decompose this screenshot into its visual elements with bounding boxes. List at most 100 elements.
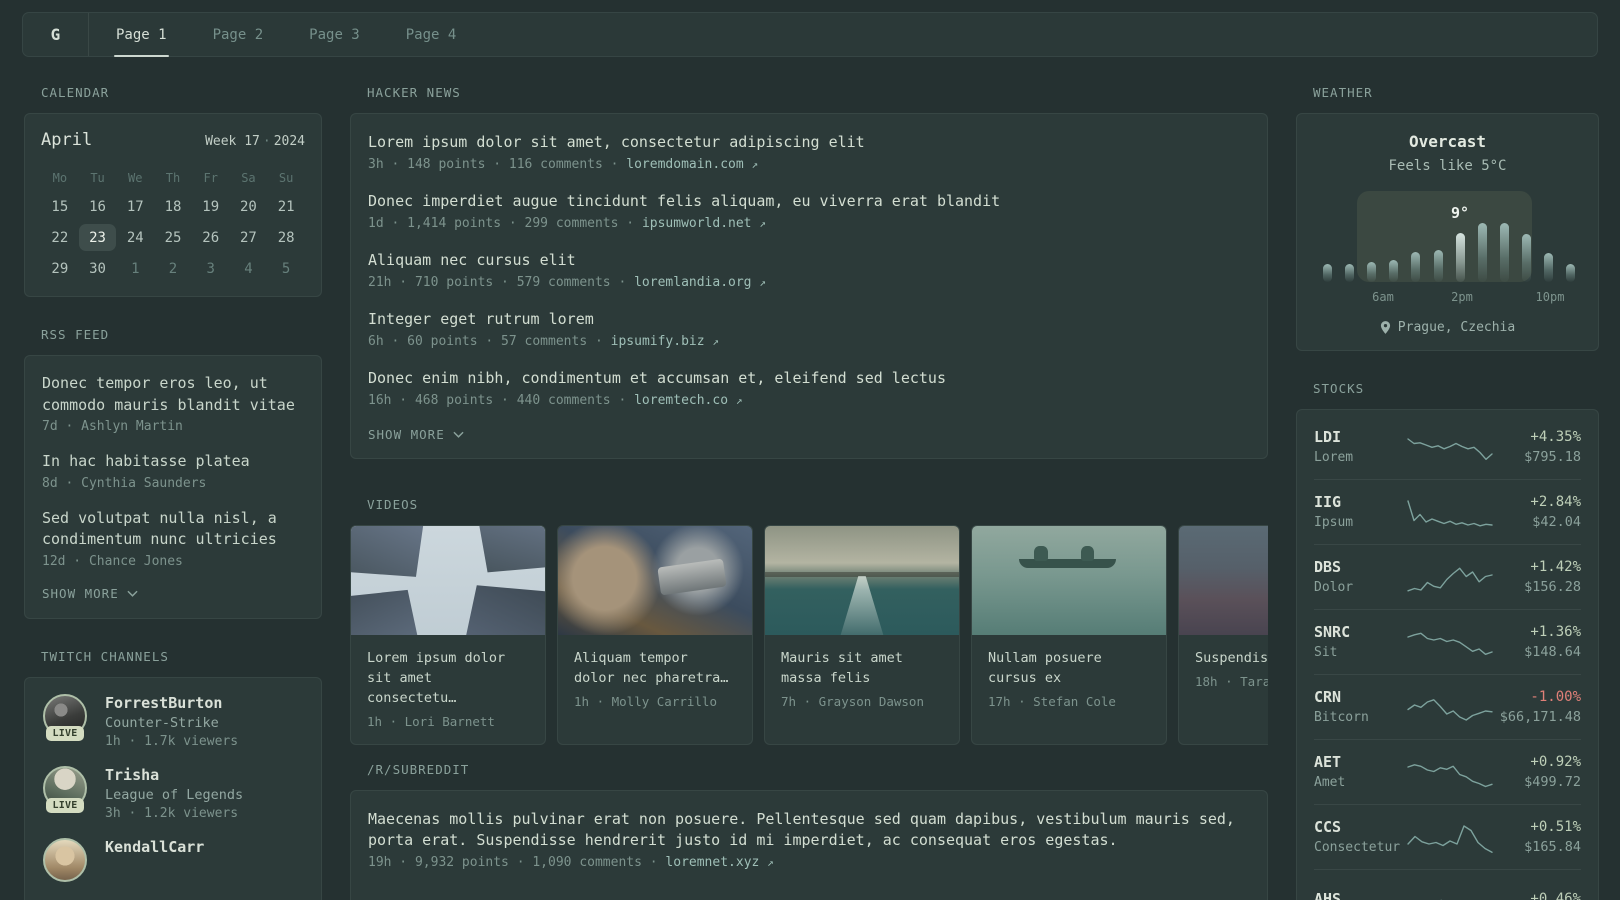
- calendar-day: 21: [277, 198, 295, 215]
- calendar-day: 25: [164, 229, 182, 246]
- stock-change: +0.92%: [1530, 753, 1581, 770]
- video-card: Mauris sit amet massa felis 7h · Grayson…: [764, 525, 960, 745]
- weather-bar: [1499, 223, 1509, 282]
- stock-row[interactable]: DBS Dolor +1.42% $156.28: [1314, 544, 1581, 609]
- hn-domain-link[interactable]: loremlandia.org ↗: [634, 275, 766, 290]
- video-thumbnail[interactable]: [558, 526, 752, 635]
- twitch-channel-row[interactable]: LIVE Trisha League of Legends 3h · 1.2k …: [42, 765, 304, 821]
- hour-label: 6am: [1372, 290, 1394, 304]
- video-thumbnail[interactable]: [351, 526, 545, 635]
- video-title[interactable]: Nullam posuere cursus ex: [988, 648, 1150, 688]
- weekday-label: Sa: [241, 171, 256, 185]
- video-title[interactable]: Aliquam tempor dolor nec pharetra…: [574, 648, 736, 688]
- rss-item-meta: 12d · Chance Jones: [42, 553, 183, 569]
- stock-row[interactable]: IIG Ipsum +2.84% $42.04: [1314, 479, 1581, 544]
- hn-domain-link[interactable]: loremtech.co ↗: [634, 393, 742, 408]
- calendar-day: 16: [89, 198, 106, 215]
- hn-item-title[interactable]: Donec imperdiet augue tincidunt felis al…: [368, 191, 1250, 212]
- hn-domain-link[interactable]: loremdomain.com ↗: [626, 157, 758, 172]
- hn-item: Donec imperdiet augue tincidunt felis al…: [368, 191, 1250, 231]
- stock-change: +1.42%: [1530, 558, 1581, 575]
- video-title[interactable]: Lorem ipsum dolor sit amet consectetu…: [367, 648, 529, 708]
- calendar-day: 29: [51, 260, 69, 277]
- weather-bar: [1367, 262, 1377, 282]
- tab-page-3[interactable]: Page 3: [309, 13, 360, 56]
- channel-meta: 3h · 1.2k viewers: [105, 805, 239, 821]
- hn-item: Aliquam nec cursus elit 21h · 710 points…: [368, 250, 1250, 290]
- hackernews-card: Lorem ipsum dolor sit amet, consectetur …: [350, 113, 1268, 459]
- stock-change: +2.84%: [1530, 493, 1581, 510]
- stock-sparkline: [1407, 763, 1493, 787]
- show-more-button[interactable]: SHOW MORE: [42, 586, 138, 601]
- hn-item-title[interactable]: Lorem ipsum dolor sit amet, consectetur …: [368, 132, 1250, 153]
- external-link-icon: ↗: [759, 217, 766, 230]
- weather-bar: [1521, 234, 1531, 282]
- weather-hour-labels: 6am 2pm 10pm: [1314, 288, 1581, 305]
- videos-section: VIDEOS Lorem ipsum dolor sit amet consec…: [350, 497, 1268, 745]
- stock-row[interactable]: AET Amet +0.92% $499.72: [1314, 739, 1581, 804]
- video-thumbnail[interactable]: [972, 526, 1166, 635]
- channel-name[interactable]: KendallCarr: [105, 838, 204, 856]
- video-title[interactable]: Mauris sit amet massa felis: [781, 648, 943, 688]
- app-logo[interactable]: G: [23, 13, 89, 56]
- rss-item-title[interactable]: Donec tempor eros leo, ut commodo mauris…: [42, 373, 304, 416]
- weather-bar: [1433, 250, 1443, 282]
- calendar-day: 20: [239, 198, 257, 215]
- channel-avatar[interactable]: [43, 837, 87, 882]
- stock-price: $795.18: [1524, 448, 1581, 465]
- rss-item-title[interactable]: Sed volutpat nulla nisl, a condimentum n…: [42, 508, 304, 551]
- stock-change: +1.36%: [1530, 623, 1581, 640]
- rss-item: Sed volutpat nulla nisl, a condimentum n…: [42, 508, 304, 569]
- video-card: Nullam posuere cursus ex 17h · Stefan Co…: [971, 525, 1167, 745]
- calendar-day: 28: [277, 229, 295, 246]
- calendar-card: April Week 17 · 2024 Mo Tu We Th Fr Sa Su …: [24, 113, 322, 297]
- stock-sparkline: [1407, 567, 1493, 591]
- external-link-icon: ↗: [712, 335, 720, 348]
- calendar-day-selected: 23: [78, 224, 117, 251]
- stock-row[interactable]: LDI Lorem +4.35% $795.18: [1314, 415, 1581, 479]
- weather-location: Prague, Czechia: [1314, 320, 1581, 335]
- stock-row[interactable]: AHS +0.46%: [1314, 869, 1581, 900]
- video-thumbnail[interactable]: [1179, 526, 1268, 635]
- stock-sparkline: [1407, 437, 1493, 460]
- stock-row[interactable]: CCS Consectetur +0.51% $165.84: [1314, 804, 1581, 869]
- weekday-label: Tu: [90, 171, 105, 185]
- hn-domain-link[interactable]: ipsumify.biz ↗: [611, 334, 719, 349]
- hn-item-title[interactable]: Aliquam nec cursus elit: [368, 250, 1250, 271]
- channel-name[interactable]: ForrestBurton: [105, 694, 238, 712]
- tab-page-2[interactable]: Page 2: [213, 13, 264, 56]
- section-label-videos: VIDEOS: [367, 497, 419, 512]
- calendar-day: 15: [51, 198, 69, 215]
- stock-sparkline: [1407, 698, 1493, 721]
- hn-item: Donec enim nibh, condimentum et accumsan…: [368, 368, 1250, 408]
- calendar-day: 18: [164, 198, 182, 215]
- tab-page-1[interactable]: Page 1: [114, 13, 169, 57]
- calendar-day: 30: [89, 260, 106, 277]
- post-title[interactable]: Maecenas mollis pulvinar erat non posuer…: [368, 809, 1250, 851]
- stock-change: +0.46%: [1530, 891, 1581, 900]
- video-title[interactable]: Suspendisse diam: [1195, 648, 1268, 668]
- video-meta: 1h · Molly Carrillo: [574, 694, 717, 709]
- twitch-channel-row[interactable]: KendallCarr: [42, 837, 304, 882]
- calendar-month: April: [41, 130, 93, 150]
- post-domain-link[interactable]: loremnet.xyz ↗: [665, 855, 773, 870]
- rss-item-title[interactable]: In hac habitasse platea: [42, 451, 304, 473]
- right-column: WEATHER Overcast Feels like 5°C 9° 6am 2…: [1296, 85, 1599, 900]
- channel-name[interactable]: Trisha: [105, 766, 243, 784]
- calendar-day-next-month: 2: [168, 260, 178, 277]
- external-link-icon: ↗: [751, 158, 759, 171]
- stock-price: $165.84: [1524, 838, 1581, 855]
- tab-page-4[interactable]: Page 4: [406, 13, 457, 56]
- twitch-channel-row[interactable]: LIVE ForrestBurton Counter-Strike 1h · 1…: [42, 693, 304, 749]
- hn-domain-link[interactable]: ipsumworld.net ↗: [642, 216, 766, 231]
- stock-row[interactable]: CRN Bitcorn -1.00% $66,171.48: [1314, 674, 1581, 739]
- subreddit-section: /R/SUBREDDIT Maecenas mollis pulvinar er…: [350, 762, 1268, 900]
- video-thumbnail[interactable]: [765, 526, 959, 635]
- calendar-grid: Mo Tu We Th Fr Sa Su 15 16 17 18 19 20 2…: [41, 167, 305, 282]
- hn-item-title[interactable]: Donec enim nibh, condimentum et accumsan…: [368, 368, 1250, 389]
- section-label-weather: WEATHER: [1313, 85, 1373, 100]
- show-more-button[interactable]: SHOW MORE: [368, 427, 464, 442]
- stock-row[interactable]: SNRC Sit +1.36% $148.64: [1314, 609, 1581, 674]
- video-card: Aliquam tempor dolor nec pharetra… 1h · …: [557, 525, 753, 745]
- hn-item-title[interactable]: Integer eget rutrum lorem: [368, 309, 1250, 330]
